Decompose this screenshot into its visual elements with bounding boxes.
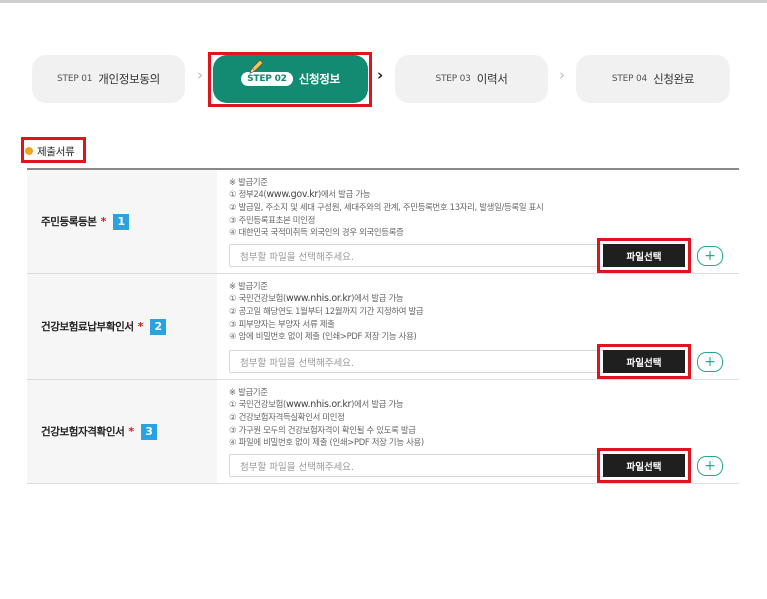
documents-table: 주민등록등본 * 1 ※ 발급기준 ① 정부24(www.gov.kr)에서 발… bbox=[27, 168, 739, 484]
file-select-button[interactable]: 파일선택 bbox=[597, 238, 691, 273]
info-line: ※ 발급기준 bbox=[229, 177, 268, 187]
issuer-url: www.nhis.or.kr bbox=[285, 293, 352, 305]
row-header: 건강보험료납부확인서 * 2 bbox=[27, 274, 217, 379]
add-file-button[interactable]: + bbox=[697, 455, 723, 476]
info-line: ③ 주민등록표초본 미인정 bbox=[229, 214, 315, 225]
step-label: 신청완료 bbox=[653, 72, 695, 86]
step-number: STEP 01 bbox=[57, 74, 93, 84]
row-body: ※ 발급기준 ① 국민건강보험(www.nhis.or.kr)에서 발급 가능 … bbox=[217, 380, 739, 483]
info-text: ① 국민건강보험( bbox=[229, 293, 286, 304]
info-text: )에서 발급 가능 bbox=[351, 293, 404, 304]
info-line: ① 국민건강보험(www.nhis.or.kr)에서 발급 가능 bbox=[229, 292, 739, 305]
required-mark: * bbox=[100, 215, 107, 228]
document-name: 주민등록등본 bbox=[41, 216, 97, 228]
chevron-right-icon: › bbox=[377, 66, 384, 84]
highlight-box bbox=[21, 137, 86, 163]
chevron-right-icon: › bbox=[559, 66, 565, 84]
step-03: STEP 03 이력서 bbox=[395, 55, 548, 103]
info-line: ② 발급일, 주소지 및 세대 구성원, 세대주와의 관계, 주민등록번호 13… bbox=[229, 202, 544, 213]
number-badge: 2 bbox=[150, 318, 167, 335]
add-file-button[interactable]: + bbox=[697, 351, 723, 372]
file-select-button[interactable]: 파일선택 bbox=[597, 344, 691, 379]
add-file-button[interactable]: + bbox=[697, 245, 723, 266]
step-number: STEP 03 bbox=[435, 74, 471, 84]
document-name: 건강보험료납부확인서 bbox=[41, 321, 134, 333]
file-path-input[interactable]: 첨부할 파일을 선택해주세요. bbox=[229, 350, 607, 373]
info-line: ② 건강보험자격득실확인서 미인정 bbox=[229, 412, 345, 423]
step-label: 이력서 bbox=[476, 72, 508, 86]
row-body: ※ 발급기준 ① 국민건강보험(www.nhis.or.kr)에서 발급 가능 … bbox=[217, 274, 739, 379]
info-line: ② 공고일 해당연도 1월부터 12월까지 기간 지정하여 발급 bbox=[229, 306, 424, 317]
step-01: STEP 01 개인정보동의 bbox=[32, 55, 185, 103]
file-path-input[interactable]: 첨부할 파일을 선택해주세요. bbox=[229, 244, 607, 267]
file-upload: 첨부할 파일을 선택해주세요. 파일선택 + bbox=[229, 344, 723, 379]
info-line: ③ 피부양자는 부양자 서류 제출 bbox=[229, 318, 335, 329]
document-row: 건강보험자격확인서 * 3 ※ 발급기준 ① 국민건강보험(www.nhis.o… bbox=[27, 380, 739, 484]
step-04: STEP 04 신청완료 bbox=[576, 55, 730, 103]
info-line: ④ 파일에 비밀번호 없이 제출 (인쇄>PDF 저장 기능 사용) bbox=[229, 436, 424, 447]
step-label: 개인정보동의 bbox=[98, 72, 160, 86]
document-row: 주민등록등본 * 1 ※ 발급기준 ① 정부24(www.gov.kr)에서 발… bbox=[27, 170, 739, 274]
required-mark: * bbox=[137, 320, 144, 333]
file-upload: 첨부할 파일을 선택해주세요. 파일선택 + bbox=[229, 448, 723, 483]
info-line: ③ 가구원 모두의 건강보험자격이 확인될 수 있도록 발급 bbox=[229, 424, 416, 435]
info-line: ① 국민건강보험(www.nhis.or.kr)에서 발급 가능 bbox=[229, 398, 739, 411]
info-line: ※ 발급기준 bbox=[229, 281, 268, 291]
info-line: ④ 암에 비밀번호 없이 제출 (인쇄>PDF 저장 기능 사용) bbox=[229, 330, 417, 341]
info-text: ① 국민건강보험( bbox=[229, 399, 286, 410]
top-divider bbox=[0, 0, 767, 3]
issuer-url: www.gov.kr bbox=[266, 189, 319, 201]
document-row: 건강보험료납부확인서 * 2 ※ 발급기준 ① 국민건강보험(www.nhis.… bbox=[27, 274, 739, 380]
file-upload: 첨부할 파일을 선택해주세요. 파일선택 + bbox=[229, 238, 723, 273]
file-select-button[interactable]: 파일선택 bbox=[597, 448, 691, 483]
row-header: 건강보험자격확인서 * 3 bbox=[27, 380, 217, 483]
document-name: 건강보험자격확인서 bbox=[41, 426, 125, 438]
info-line: ④ 대한민국 국적미취득 외국인의 경우 외국인등록증 bbox=[229, 226, 404, 237]
number-badge: 1 bbox=[113, 213, 130, 230]
chevron-right-icon: › bbox=[197, 66, 203, 84]
highlight-box bbox=[208, 52, 372, 107]
info-text: ① 정부24( bbox=[229, 189, 267, 200]
step-number: STEP 04 bbox=[611, 74, 648, 84]
issuer-url: www.nhis.or.kr bbox=[285, 399, 352, 411]
info-line: ① 정부24(www.gov.kr)에서 발급 가능 bbox=[229, 188, 739, 201]
info-text: )에서 발급 가능 bbox=[318, 189, 371, 200]
row-body: ※ 발급기준 ① 정부24(www.gov.kr)에서 발급 가능 ② 발급일,… bbox=[217, 170, 739, 273]
file-path-input[interactable]: 첨부할 파일을 선택해주세요. bbox=[229, 454, 607, 477]
info-text: )에서 발급 가능 bbox=[351, 399, 404, 410]
info-line: ※ 발급기준 bbox=[229, 387, 268, 397]
row-header: 주민등록등본 * 1 bbox=[27, 170, 217, 273]
required-mark: * bbox=[128, 425, 135, 438]
number-badge: 3 bbox=[141, 423, 158, 440]
